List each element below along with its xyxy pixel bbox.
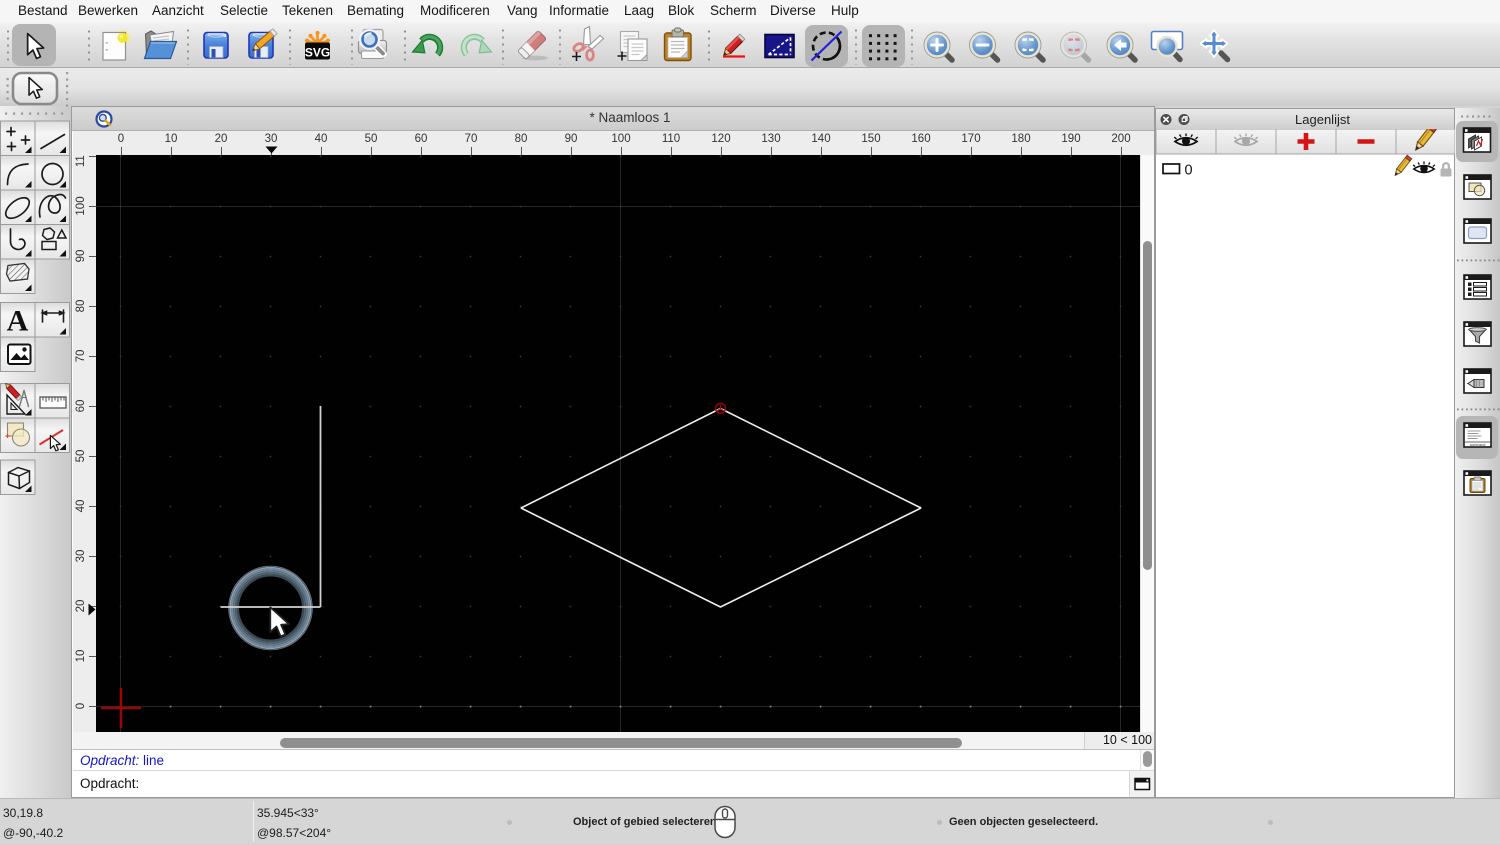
svg-text:20: 20	[215, 133, 228, 145]
svg-text:180: 180	[1011, 133, 1030, 145]
svg-text:80: 80	[75, 300, 87, 313]
svg-text:30: 30	[265, 133, 278, 145]
svg-text:40: 40	[75, 500, 87, 513]
svg-text:80: 80	[515, 133, 528, 145]
svg-text:70: 70	[465, 133, 478, 145]
svg-text:190: 190	[1061, 133, 1080, 145]
svg-text:90: 90	[565, 133, 578, 145]
svg-text:0: 0	[75, 703, 87, 709]
svg-text:A: A	[7, 305, 29, 338]
svg-text:50: 50	[365, 133, 378, 145]
svg-text:170: 170	[961, 133, 980, 145]
svg-text:70: 70	[75, 350, 87, 363]
svg-text:100: 100	[611, 133, 630, 145]
svg-text:120: 120	[711, 133, 730, 145]
svg-text:200: 200	[1111, 133, 1130, 145]
svg-text:110: 110	[662, 133, 680, 145]
svg-text:160: 160	[911, 133, 930, 145]
svg-text:150: 150	[861, 133, 880, 145]
svg-text:0: 0	[1185, 163, 1193, 179]
svg-text:60: 60	[75, 400, 87, 413]
svg-text:30: 30	[75, 550, 87, 563]
svg-text:100: 100	[75, 196, 87, 215]
svg-text:10: 10	[75, 650, 87, 663]
svg-text:20: 20	[75, 600, 87, 613]
svg-text:40: 40	[315, 133, 328, 145]
svg-text:60: 60	[415, 133, 428, 145]
svg-text:50: 50	[75, 450, 87, 463]
svg-text:90: 90	[75, 250, 87, 263]
svg-text:0: 0	[118, 133, 124, 145]
svg-text:110: 110	[75, 155, 87, 167]
svg-text:140: 140	[811, 133, 830, 145]
svg-text:SVG: SVG	[305, 46, 330, 60]
svg-text:130: 130	[761, 133, 780, 145]
svg-text:command: command	[1470, 443, 1486, 447]
svg-text:10: 10	[165, 133, 178, 145]
